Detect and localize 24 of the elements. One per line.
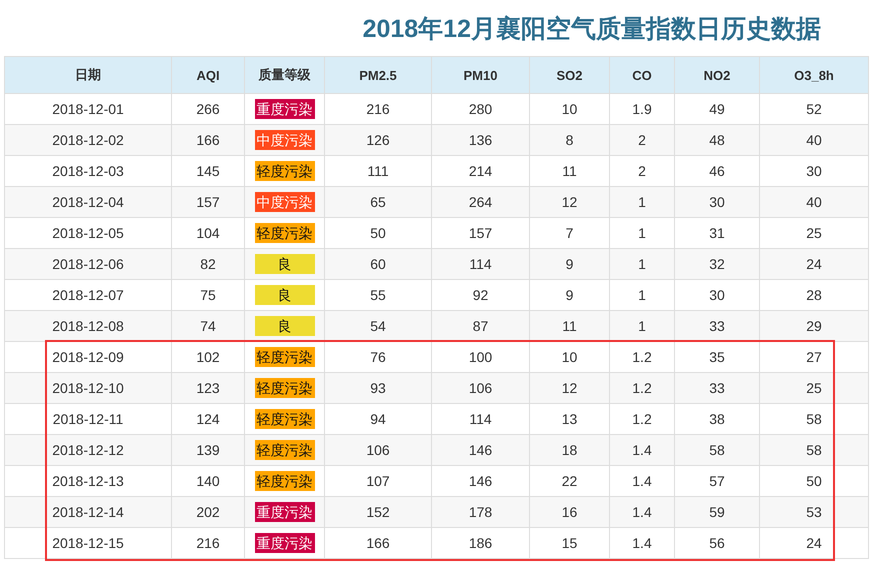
quality-level-tag: 良: [254, 254, 314, 274]
quality-level-tag: 重度污染: [254, 99, 314, 119]
table-cell: 24: [760, 528, 869, 559]
quality-level-tag: 轻度污染: [254, 347, 314, 367]
table-cell: 2018-12-15: [4, 528, 172, 559]
quality-level-tag: 轻度污染: [254, 223, 314, 243]
quality-level-tag: 轻度污染: [254, 471, 314, 491]
table-cell: 186: [432, 528, 530, 559]
quality-level-tag: 重度污染: [254, 533, 314, 553]
page-title: 2018年12月襄阳空气质量指数日历史数据: [362, 14, 821, 44]
quality-level-tag: 轻度污染: [254, 440, 314, 460]
quality-level-tag: 中度污染: [254, 192, 314, 212]
quality-level-tag: 重度污染: [254, 502, 314, 522]
table-cell: 1.4: [610, 528, 675, 559]
quality-level-tag: 轻度污染: [254, 378, 314, 398]
quality-level-tag: 良: [254, 285, 314, 305]
quality-level-tag: 中度污染: [254, 130, 314, 150]
quality-level-tag: 轻度污染: [254, 161, 314, 181]
table-cell: 15: [530, 528, 610, 559]
table-cell: 56: [675, 528, 760, 559]
quality-level-tag: 轻度污染: [254, 409, 314, 429]
quality-level-tag: 良: [254, 316, 314, 336]
table-cell: 216: [172, 528, 245, 559]
table-cell: 166: [325, 528, 432, 559]
